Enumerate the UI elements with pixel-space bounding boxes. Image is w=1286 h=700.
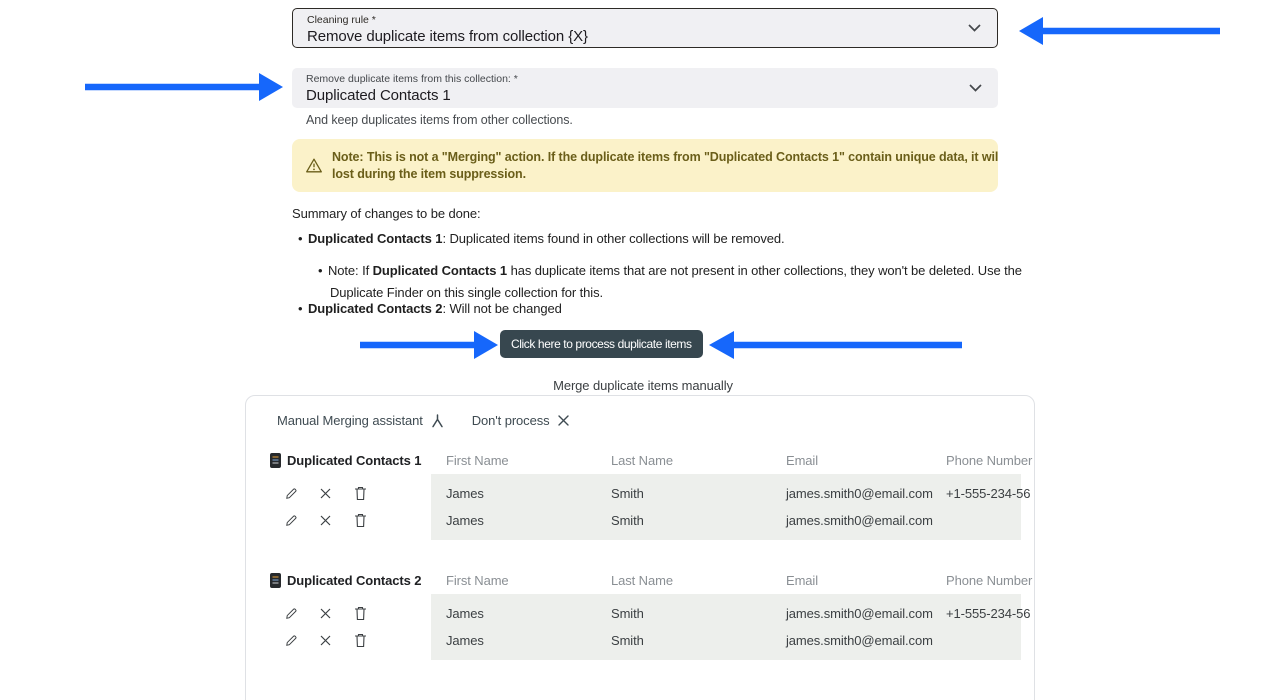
collection-select-label: Remove duplicate items from this collect… xyxy=(306,73,984,85)
cell-first-name: James xyxy=(431,486,596,501)
collection-select[interactable]: Remove duplicate items from this collect… xyxy=(292,68,998,108)
cell-email: james.smith0@email.com xyxy=(771,513,931,528)
annotation-arrow-left-pointing xyxy=(1016,15,1222,47)
delete-icon[interactable] xyxy=(353,513,368,529)
warning-line-2: lost during the item suppression. xyxy=(332,166,998,183)
column-header-last-name: Last Name xyxy=(596,573,771,588)
cell-email: james.smith0@email.com xyxy=(771,633,931,648)
column-header-phone: Phone Number xyxy=(931,573,1035,588)
delete-icon[interactable] xyxy=(353,486,368,502)
table-duplicated-contacts-2: Duplicated Contacts 2 First Name Last Na… xyxy=(246,566,1034,660)
edit-icon[interactable] xyxy=(283,633,298,649)
cleaning-rule-select[interactable]: Cleaning rule * Remove duplicate items f… xyxy=(292,8,998,48)
process-duplicates-button[interactable]: Click here to process duplicate items xyxy=(500,330,703,358)
remove-icon[interactable] xyxy=(318,633,333,649)
collection-title: Duplicated Contacts 1 xyxy=(287,453,421,468)
summary-bullet-2-rest: : Will not be changed xyxy=(442,301,561,316)
tab-label: Manual Merging assistant xyxy=(277,413,423,428)
summary-bullet-1-bold: Duplicated Contacts 1 xyxy=(308,231,442,246)
page: Cleaning rule * Remove duplicate items f… xyxy=(0,0,1286,700)
cell-last-name: Smith xyxy=(596,513,771,528)
annotation-arrow-button-right xyxy=(706,329,962,361)
warning-line-1: Note: This is not a "Merging" action. If… xyxy=(332,149,998,166)
edit-icon[interactable] xyxy=(283,513,298,529)
table-duplicated-contacts-1: Duplicated Contacts 1 First Name Last Na… xyxy=(246,446,1034,540)
collection-select-value: Duplicated Contacts 1 xyxy=(306,87,984,104)
column-header-phone: Phone Number xyxy=(931,453,1035,468)
cell-last-name: Smith xyxy=(596,486,771,501)
collection-icon xyxy=(270,573,281,588)
delete-icon[interactable] xyxy=(353,633,368,649)
table-row: James Smith james.smith0@email.com xyxy=(270,627,1035,654)
cell-first-name: James xyxy=(431,633,596,648)
table-row: James Smith james.smith0@email.com +1-55… xyxy=(270,600,1035,627)
collection-icon xyxy=(270,453,281,468)
summary-bullet-2: •Duplicated Contacts 2: Will not be chan… xyxy=(298,301,562,316)
summary-note: •Note: If Duplicated Contacts 1 has dupl… xyxy=(318,260,1018,304)
annotation-arrow-button-left xyxy=(360,329,500,361)
merge-icon xyxy=(431,414,444,428)
warning-note: Note: This is not a "Merging" action. If… xyxy=(292,139,998,192)
collection-select-helper: And keep duplicates items from other col… xyxy=(306,113,573,127)
tab-dont-process[interactable]: Don't process xyxy=(472,413,569,428)
summary-note-line1: has duplicate items that are not present… xyxy=(507,263,1022,278)
remove-icon[interactable] xyxy=(318,513,333,529)
chevron-down-icon xyxy=(969,84,982,92)
remove-icon[interactable] xyxy=(318,606,333,622)
remove-icon[interactable] xyxy=(318,486,333,502)
manual-merging-card: Manual Merging assistant Don't process D… xyxy=(245,395,1035,700)
summary-note-bold: Duplicated Contacts 1 xyxy=(373,263,507,278)
bullet-marker: • xyxy=(298,231,308,246)
annotation-arrow-right-pointing xyxy=(83,71,285,103)
column-header-email: Email xyxy=(771,453,931,468)
collection-title: Duplicated Contacts 2 xyxy=(287,573,421,588)
cell-phone: +1-555-234-56 xyxy=(931,486,1035,501)
edit-icon[interactable] xyxy=(283,606,298,622)
bullet-marker: • xyxy=(318,260,328,282)
summary-title: Summary of changes to be done: xyxy=(292,206,481,221)
table-header-row: Duplicated Contacts 2 First Name Last Na… xyxy=(270,566,1035,594)
column-header-first-name: First Name xyxy=(431,453,596,468)
cell-email: james.smith0@email.com xyxy=(771,486,931,501)
delete-icon[interactable] xyxy=(353,606,368,622)
cell-last-name: Smith xyxy=(596,606,771,621)
card-tabs: Manual Merging assistant Don't process xyxy=(246,396,1034,428)
merge-manually-label: Merge duplicate items manually xyxy=(0,378,1286,393)
tab-label: Don't process xyxy=(472,413,550,428)
tab-manual-merging-assistant[interactable]: Manual Merging assistant xyxy=(277,413,444,428)
bullet-marker: • xyxy=(298,301,308,316)
summary-note-pre: Note: If xyxy=(328,263,373,278)
cell-phone: +1-555-234-56 xyxy=(931,606,1035,621)
summary-bullet-1: •Duplicated Contacts 1: Duplicated items… xyxy=(298,231,785,246)
cell-first-name: James xyxy=(431,606,596,621)
close-icon xyxy=(558,415,569,426)
cleaning-rule-value: Remove duplicate items from collection {… xyxy=(307,28,983,45)
table-row: James Smith james.smith0@email.com +1-55… xyxy=(270,480,1035,507)
cell-email: james.smith0@email.com xyxy=(771,606,931,621)
column-header-first-name: First Name xyxy=(431,573,596,588)
summary-bullet-1-rest: : Duplicated items found in other collec… xyxy=(442,231,784,246)
warning-triangle-icon xyxy=(305,157,323,174)
chevron-down-icon xyxy=(968,24,981,32)
table-header-row: Duplicated Contacts 1 First Name Last Na… xyxy=(270,446,1035,474)
cell-last-name: Smith xyxy=(596,633,771,648)
cleaning-rule-label: Cleaning rule * xyxy=(307,14,983,26)
warning-text: Note: This is not a "Merging" action. If… xyxy=(332,149,998,183)
column-header-email: Email xyxy=(771,573,931,588)
cell-first-name: James xyxy=(431,513,596,528)
edit-icon[interactable] xyxy=(283,486,298,502)
table-row: James Smith james.smith0@email.com xyxy=(270,507,1035,534)
summary-bullet-2-bold: Duplicated Contacts 2 xyxy=(308,301,442,316)
column-header-last-name: Last Name xyxy=(596,453,771,468)
